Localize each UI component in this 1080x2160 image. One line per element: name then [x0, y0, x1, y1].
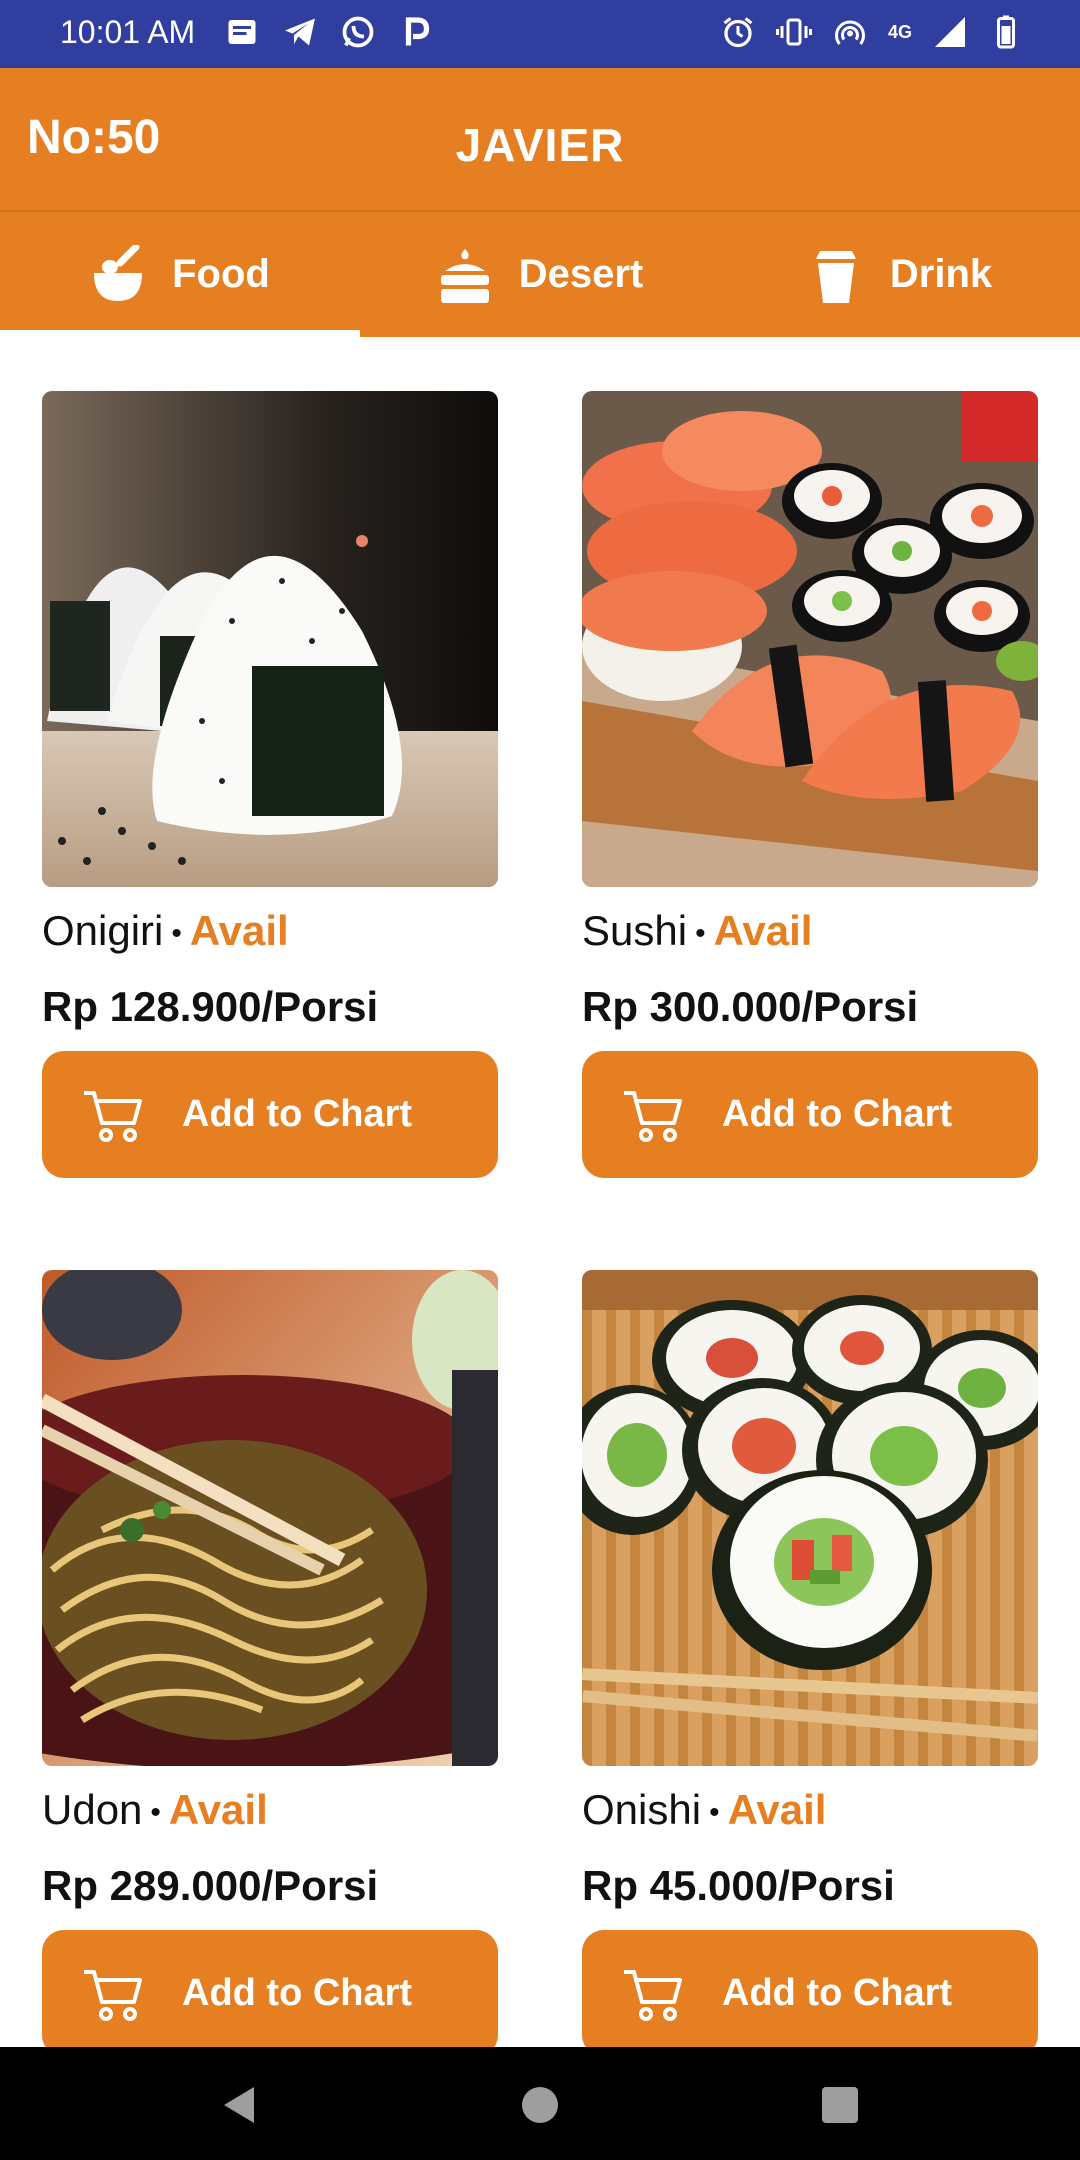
app-bar: No:50 JAVIER [0, 68, 1080, 211]
bowl-icon [94, 244, 143, 301]
p-app-icon [405, 17, 430, 46]
tab-food-label: Food [172, 252, 270, 296]
alarm-icon [723, 17, 753, 48]
tab-desert-label: Desert [518, 252, 644, 296]
product-grid: Onigiri • Avail Rp 128.900/Porsi Add to Ch… [0, 337, 1080, 2047]
telegram-icon [285, 18, 315, 46]
separator-dot: • [150, 1795, 161, 1829]
cart-icon [84, 1969, 142, 2021]
availability-badge: Avail [189, 907, 289, 954]
onishi-image [582, 1270, 1038, 1766]
cup-icon [815, 250, 856, 303]
back-icon[interactable] [218, 2083, 262, 2127]
tab-drink[interactable]: Drink [720, 212, 1080, 337]
hotspot-icon [834, 20, 865, 45]
recents-icon[interactable] [818, 2083, 862, 2127]
tab-drink-label: Drink [889, 252, 993, 296]
cart-icon [84, 1090, 142, 1142]
battery-icon [997, 15, 1015, 49]
add-to-chart-button[interactable]: Add to Chart [582, 1051, 1038, 1178]
cart-icon [624, 1969, 682, 2021]
cart-icon [624, 1090, 682, 1142]
home-icon[interactable] [518, 2083, 562, 2127]
product-name: Onishi [582, 1786, 702, 1833]
system-nav-bar [0, 2047, 1080, 2160]
page-title: JAVIER [455, 119, 625, 171]
tab-desert[interactable]: Desert [360, 212, 720, 337]
onigiri-image [42, 391, 498, 887]
availability-badge: Avail [727, 1786, 827, 1833]
product-price: Rp 300.000/Porsi [582, 983, 919, 1030]
product-price: Rp 289.000/Porsi [42, 1862, 379, 1909]
product-card-sushi[interactable]: Sushi • Avail Rp 300.000/Porsi Add to Char… [540, 337, 1080, 1216]
product-name: Udon [42, 1786, 143, 1833]
category-tabs: Food Desert Drink [0, 212, 1080, 337]
product-card-udon[interactable]: Udon • Avail Rp 289.000/Porsi Add to Chart [0, 1216, 540, 2047]
product-price: Rp 45.000/Porsi [582, 1862, 895, 1909]
availability-badge: Avail [713, 907, 813, 954]
cake-icon [440, 248, 489, 303]
udon-image [42, 1270, 498, 1766]
tab-food[interactable]: Food [0, 212, 360, 337]
product-name: Onigiri [42, 907, 164, 954]
add-to-chart-button[interactable]: Add to Chart [42, 1051, 498, 1178]
availability-badge: Avail [168, 1786, 268, 1833]
separator-dot: • [709, 1795, 720, 1829]
product-card-onigiri[interactable]: Onigiri • Avail Rp 128.900/Porsi Add to Ch… [0, 337, 540, 1216]
add-to-chart-label: Add to Chart [182, 1972, 413, 2014]
network-type: 4G [887, 21, 912, 42]
add-to-chart-button[interactable]: Add to Chart [582, 1930, 1038, 2047]
status-bar: 10:01 AM 4G [0, 0, 1080, 68]
add-to-chart-label: Add to Chart [722, 1093, 953, 1135]
separator-dot: • [695, 916, 706, 950]
whatsapp-icon [342, 16, 374, 48]
add-to-chart-label: Add to Chart [722, 1972, 953, 2014]
notes-icon [228, 20, 256, 44]
sushi-image [582, 391, 1038, 887]
separator-dot: • [171, 916, 182, 950]
add-to-chart-label: Add to Chart [182, 1093, 413, 1135]
add-to-chart-button[interactable]: Add to Chart [42, 1930, 498, 2047]
product-card-onishi[interactable]: Onishi • Avail Rp 45.000/Porsi Add to Char… [540, 1216, 1080, 2047]
selected-tab-indicator [0, 330, 360, 337]
status-time: 10:01 AM [60, 14, 196, 50]
signal-icon [935, 17, 965, 47]
product-price: Rp 128.900/Porsi [42, 983, 379, 1030]
product-name: Sushi [582, 907, 688, 954]
vibrate-icon [775, 18, 812, 46]
